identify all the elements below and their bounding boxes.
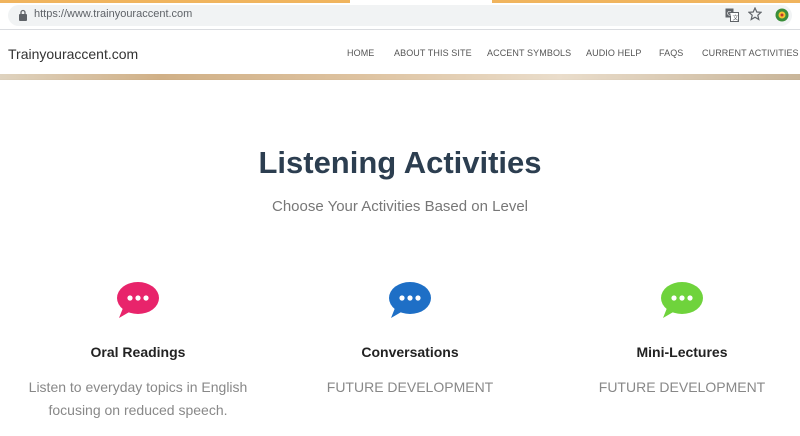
page-subtitle: Choose Your Activities Based on Level <box>271 198 528 215</box>
nav-dropdown-label: CURRENT ACTIVITIES <box>702 48 799 58</box>
translate-icon[interactable]: G 文 <box>725 8 739 22</box>
speech-bubble-icon <box>117 282 159 318</box>
card-title[interactable]: Mini-Lectures <box>547 344 800 360</box>
lock-icon[interactable] <box>18 9 28 21</box>
card-title[interactable]: Oral Readings <box>3 344 273 360</box>
tab-strip-accent <box>0 0 350 3</box>
activity-card-oral-readings[interactable]: Oral Readings Listen to everyday topics … <box>3 280 273 418</box>
speech-bubble-icon <box>661 282 703 318</box>
browser-toolbar: https://www.trainyouraccent.com G 文 <box>0 0 800 30</box>
nav-link-audio-help[interactable]: AUDIO HELP <box>586 48 642 58</box>
card-description: FUTURE DEVELOPMENT <box>598 379 766 395</box>
hero-image-strip <box>0 74 800 80</box>
extension-icon[interactable] <box>774 7 790 23</box>
tab-strip-accent <box>492 0 800 3</box>
activity-card-conversations[interactable]: Conversations FUTURE DEVELOPMENT <box>275 280 545 395</box>
nav-link-accent-symbols[interactable]: ACCENT SYMBOLS <box>487 48 571 58</box>
card-description: FUTURE DEVELOPMENT <box>326 379 494 395</box>
activity-card-mini-lectures[interactable]: Mini-Lectures FUTURE DEVELOPMENT <box>547 280 800 395</box>
card-title[interactable]: Conversations <box>275 344 545 360</box>
nav-link-home[interactable]: HOME <box>347 48 374 58</box>
url-text[interactable]: https://www.trainyouraccent.com <box>34 8 192 20</box>
card-description: Listen to everyday topics in English foc… <box>28 379 248 418</box>
speech-bubble-icon <box>389 282 431 318</box>
page-title: Listening Activities <box>258 145 542 180</box>
nav-menu: HOME ABOUT THIS SITE ACCENT SYMBOLS AUDI… <box>0 48 800 62</box>
nav-dropdown-current-activities[interactable]: CURRENT ACTIVITIES <box>702 48 800 58</box>
svg-text:G: G <box>727 11 732 18</box>
svg-text:文: 文 <box>733 14 739 22</box>
nav-link-faqs[interactable]: FAQS <box>659 48 683 58</box>
nav-link-about[interactable]: ABOUT THIS SITE <box>394 48 472 58</box>
bookmark-star-icon[interactable] <box>748 7 762 21</box>
